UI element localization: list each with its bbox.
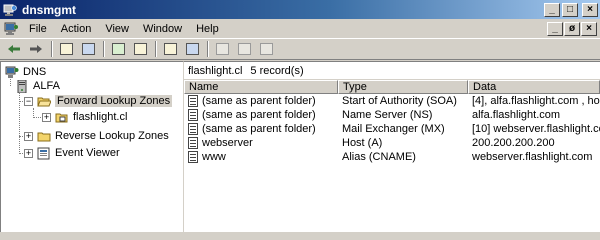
tree-label-events: Event Viewer bbox=[55, 147, 120, 159]
properties-icon[interactable] bbox=[160, 40, 180, 58]
folder-icon bbox=[37, 130, 51, 143]
dns-app-icon bbox=[3, 3, 17, 17]
event-viewer-icon bbox=[37, 147, 51, 160]
cell-type: Host (A) bbox=[342, 137, 383, 149]
tree-label-server: ALFA bbox=[33, 80, 60, 92]
folder-open-icon bbox=[37, 95, 52, 108]
cell-data: 200.200.200.200 bbox=[472, 137, 555, 149]
cell-type: Mail Exchanger (MX) bbox=[342, 123, 445, 135]
zone-icon bbox=[55, 111, 69, 124]
column-header-data[interactable]: Data bbox=[468, 80, 600, 94]
menu-help[interactable]: Help bbox=[189, 23, 226, 35]
expand-zone[interactable]: + bbox=[42, 113, 51, 122]
zone-name: flashlight.cl bbox=[188, 64, 243, 77]
tree-label-zone: flashlight.cl bbox=[73, 111, 128, 123]
dns-icon bbox=[5, 66, 19, 79]
expand-reverse-zones[interactable]: + bbox=[24, 132, 33, 141]
toolbar-separator bbox=[51, 41, 53, 57]
cell-data: [10] webserver.flashlight.com bbox=[472, 123, 600, 135]
tree-item-zone[interactable]: flashlight.cl bbox=[55, 109, 127, 125]
refresh-icon[interactable] bbox=[108, 40, 128, 58]
cell-name: webserver bbox=[202, 137, 253, 149]
toolbar-separator bbox=[155, 41, 157, 57]
record-icon bbox=[188, 95, 198, 107]
collapse-forward-zones[interactable]: − bbox=[24, 97, 33, 106]
cell-data: alfa.flashlight.com bbox=[472, 109, 561, 121]
details-pane: flashlight.cl 5 record(s) Name Type Data… bbox=[184, 61, 600, 232]
cell-name: (same as parent folder) bbox=[202, 123, 316, 135]
details-header: flashlight.cl 5 record(s) bbox=[184, 62, 600, 80]
menu-action[interactable]: Action bbox=[54, 23, 99, 35]
tree-label-dns: DNS bbox=[23, 66, 47, 78]
export-list-icon[interactable] bbox=[130, 40, 150, 58]
menu-file[interactable]: File bbox=[22, 23, 54, 35]
forward-arrow-icon[interactable] bbox=[26, 40, 46, 58]
server-dimmed-icon[interactable] bbox=[256, 40, 276, 58]
console-icon[interactable] bbox=[3, 22, 19, 36]
table-row[interactable]: (same as parent folder) Name Server (NS)… bbox=[184, 108, 600, 122]
server-icon bbox=[15, 79, 29, 93]
table-row[interactable]: www Alias (CNAME) webserver.flashlight.c… bbox=[184, 150, 600, 164]
child-minimize-button[interactable]: _ bbox=[547, 21, 563, 36]
tree-item-event-viewer[interactable]: Event Viewer bbox=[37, 145, 120, 161]
toolbar bbox=[0, 38, 600, 60]
cell-type: Name Server (NS) bbox=[342, 109, 433, 121]
console-tree: DNS ALFA − Forward Lookup Zones + flashl… bbox=[0, 61, 184, 232]
server-icon[interactable] bbox=[234, 40, 254, 58]
back-arrow-icon[interactable] bbox=[4, 40, 24, 58]
toolbar-separator bbox=[103, 41, 105, 57]
record-icon bbox=[188, 109, 198, 121]
table-row[interactable]: (same as parent folder) Mail Exchanger (… bbox=[184, 122, 600, 136]
tree-label-forward: Forward Lookup Zones bbox=[55, 95, 173, 107]
maximize-button[interactable]: □ bbox=[562, 2, 578, 17]
cell-name: (same as parent folder) bbox=[202, 95, 316, 107]
column-headers: Name Type Data bbox=[184, 80, 600, 94]
child-restore-button[interactable]: ø bbox=[564, 21, 580, 36]
minimize-button[interactable]: _ bbox=[544, 2, 560, 17]
table-row[interactable]: (same as parent folder) Start of Authori… bbox=[184, 94, 600, 108]
help-icon[interactable] bbox=[182, 40, 202, 58]
menu-view[interactable]: View bbox=[98, 23, 136, 35]
cell-name: (same as parent folder) bbox=[202, 109, 316, 121]
table-row[interactable]: webserver Host (A) 200.200.200.200 bbox=[184, 136, 600, 150]
tree-item-server[interactable]: ALFA bbox=[15, 78, 60, 94]
menu-window[interactable]: Window bbox=[136, 23, 189, 35]
record-icon bbox=[188, 123, 198, 135]
child-close-button[interactable]: × bbox=[581, 21, 597, 36]
column-header-type[interactable]: Type bbox=[338, 80, 468, 94]
show-hide-tree-icon[interactable] bbox=[78, 40, 98, 58]
tree-label-reverse: Reverse Lookup Zones bbox=[55, 130, 169, 142]
record-count: 5 record(s) bbox=[250, 64, 304, 77]
expand-event-viewer[interactable]: + bbox=[24, 149, 33, 158]
column-header-name[interactable]: Name bbox=[184, 80, 338, 94]
tree-item-forward-lookup-zones[interactable]: Forward Lookup Zones bbox=[37, 93, 173, 109]
cell-data: webserver.flashlight.com bbox=[472, 151, 593, 163]
toolbar-separator bbox=[207, 41, 209, 57]
menu-bar: File Action View Window Help _ ø × bbox=[0, 19, 600, 38]
title-bar: dnsmgmt _ □ × bbox=[0, 0, 600, 19]
close-button[interactable]: × bbox=[582, 2, 598, 17]
cell-name: www bbox=[202, 151, 226, 163]
cell-type: Start of Authority (SOA) bbox=[342, 95, 457, 107]
cell-data: [4], alfa.flashlight.com , hos... bbox=[472, 95, 600, 107]
up-folder-icon[interactable] bbox=[56, 40, 76, 58]
cell-type: Alias (CNAME) bbox=[342, 151, 416, 163]
window-title: dnsmgmt bbox=[22, 2, 76, 17]
tree-item-reverse-lookup-zones[interactable]: Reverse Lookup Zones bbox=[37, 128, 169, 144]
record-icon bbox=[188, 151, 198, 163]
server-icon[interactable] bbox=[212, 40, 232, 58]
record-icon bbox=[188, 137, 198, 149]
